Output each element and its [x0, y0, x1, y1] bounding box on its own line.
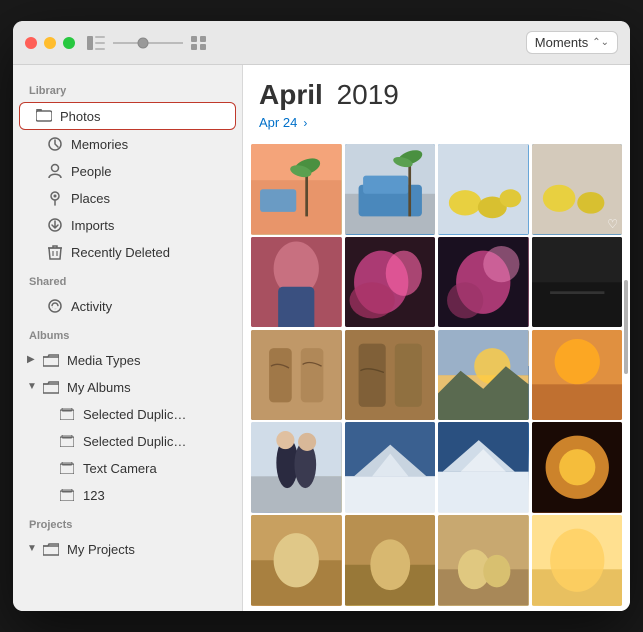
heart-icon: ♡ — [607, 217, 618, 231]
photo-cell[interactable] — [438, 237, 529, 328]
activity-label: Activity — [71, 299, 112, 314]
moments-dropdown[interactable]: Moments ⌃⌄ — [526, 31, 618, 54]
moments-label: Moments — [535, 35, 588, 50]
text-camera-label: Text Camera — [83, 461, 157, 476]
folder-icon-media-types — [43, 352, 59, 368]
people-label: People — [71, 164, 111, 179]
photo-cell[interactable]: ♡ — [532, 144, 623, 235]
sidebar-item-my-projects[interactable]: ▼ My Projects — [19, 536, 236, 562]
sidebar-item-memories[interactable]: Memories — [19, 131, 236, 157]
places-icon — [47, 190, 63, 206]
scrollbar[interactable] — [624, 280, 628, 375]
titlebar: Moments ⌃⌄ — [13, 21, 630, 65]
sidebar: Library Photos Memories People — [13, 65, 243, 611]
content-area: Library Photos Memories People — [13, 65, 630, 611]
recently-deleted-label: Recently Deleted — [71, 245, 170, 260]
photo-cell[interactable] — [532, 422, 623, 513]
sidebar-item-activity[interactable]: Activity — [19, 293, 236, 319]
123-label: 123 — [83, 488, 105, 503]
photo-cell[interactable] — [251, 515, 342, 606]
memories-icon — [47, 136, 63, 152]
photo-cell[interactable] — [251, 237, 342, 328]
album-icon-4 — [59, 487, 75, 503]
sidebar-item-photos[interactable]: Photos — [19, 102, 236, 130]
expand-arrow-my-albums: ▼ — [27, 381, 39, 393]
photo-cell[interactable] — [251, 330, 342, 421]
fullscreen-button[interactable] — [63, 37, 75, 49]
photo-cell[interactable] — [532, 237, 623, 328]
person-icon — [47, 163, 63, 179]
album-icon-1 — [59, 406, 75, 422]
photos-icon — [36, 108, 52, 124]
date-navigation: Apr 24 › — [259, 115, 614, 130]
photo-cell[interactable] — [438, 515, 529, 606]
folder-icon-my-albums — [43, 379, 59, 395]
selected-duplic-2-label: Selected Duplic… — [83, 434, 186, 449]
sidebar-item-recently-deleted[interactable]: Recently Deleted — [19, 239, 236, 265]
my-albums-label: My Albums — [67, 380, 131, 395]
slider-control[interactable] — [113, 36, 183, 50]
folder-icon-my-projects — [43, 541, 59, 557]
expand-arrow-media-types: ▶ — [27, 354, 39, 366]
imports-label: Imports — [71, 218, 114, 233]
photo-cell[interactable] — [345, 237, 436, 328]
minimize-button[interactable] — [44, 37, 56, 49]
photo-cell[interactable] — [532, 515, 623, 606]
grid-view-icon[interactable] — [191, 36, 207, 50]
date-label[interactable]: Apr 24 — [259, 115, 297, 130]
projects-section-label: Projects — [13, 509, 242, 535]
dropdown-arrow-icon: ⌃⌄ — [592, 37, 609, 48]
date-chevron-icon[interactable]: › — [303, 116, 307, 130]
sidebar-item-selected-duplic-1[interactable]: Selected Duplic… — [19, 401, 236, 427]
photo-cell[interactable] — [251, 422, 342, 513]
year-label: 2019 — [337, 79, 399, 110]
photo-cell[interactable] — [532, 330, 623, 421]
close-button[interactable] — [25, 37, 37, 49]
photo-grid: ♡ — [243, 138, 630, 611]
titlebar-controls — [87, 36, 526, 50]
photos-label: Photos — [60, 109, 100, 124]
photo-cell[interactable] — [345, 515, 436, 606]
sidebar-item-selected-duplic-2[interactable]: Selected Duplic… — [19, 428, 236, 454]
photo-cell[interactable] — [438, 144, 529, 235]
photo-cell[interactable] — [345, 422, 436, 513]
main-photos-area: April 2019 Apr 24 › — [243, 65, 630, 611]
sidebar-item-imports[interactable]: Imports — [19, 212, 236, 238]
photo-cell[interactable] — [251, 144, 342, 235]
media-types-label: Media Types — [67, 353, 140, 368]
sidebar-item-people[interactable]: People — [19, 158, 236, 184]
main-header: April 2019 Apr 24 › — [243, 65, 630, 138]
activity-icon — [47, 298, 63, 314]
sidebar-item-text-camera[interactable]: Text Camera — [19, 455, 236, 481]
sidebar-toggle-icon[interactable] — [87, 36, 105, 50]
places-label: Places — [71, 191, 110, 206]
sidebar-item-123[interactable]: 123 — [19, 482, 236, 508]
month-year-title: April 2019 — [259, 79, 614, 111]
imports-icon — [47, 217, 63, 233]
month-label: April — [259, 79, 323, 110]
traffic-lights — [25, 37, 75, 49]
memories-label: Memories — [71, 137, 128, 152]
sidebar-item-media-types[interactable]: ▶ Media Types — [19, 347, 236, 373]
expand-arrow-my-projects: ▼ — [27, 543, 39, 555]
photo-cell[interactable] — [438, 422, 529, 513]
shared-section-label: Shared — [13, 266, 242, 292]
my-projects-label: My Projects — [67, 542, 135, 557]
album-icon-3 — [59, 460, 75, 476]
photo-cell[interactable] — [438, 330, 529, 421]
library-section-label: Library — [13, 75, 242, 101]
trash-icon — [47, 244, 63, 260]
sidebar-item-my-albums[interactable]: ▼ My Albums — [19, 374, 236, 400]
album-icon-2 — [59, 433, 75, 449]
selected-duplic-1-label: Selected Duplic… — [83, 407, 186, 422]
photo-cell[interactable] — [345, 330, 436, 421]
albums-section-label: Albums — [13, 320, 242, 346]
app-window: Moments ⌃⌄ Library Photos Memories — [13, 21, 630, 611]
sidebar-item-places[interactable]: Places — [19, 185, 236, 211]
photo-cell[interactable] — [345, 144, 436, 235]
